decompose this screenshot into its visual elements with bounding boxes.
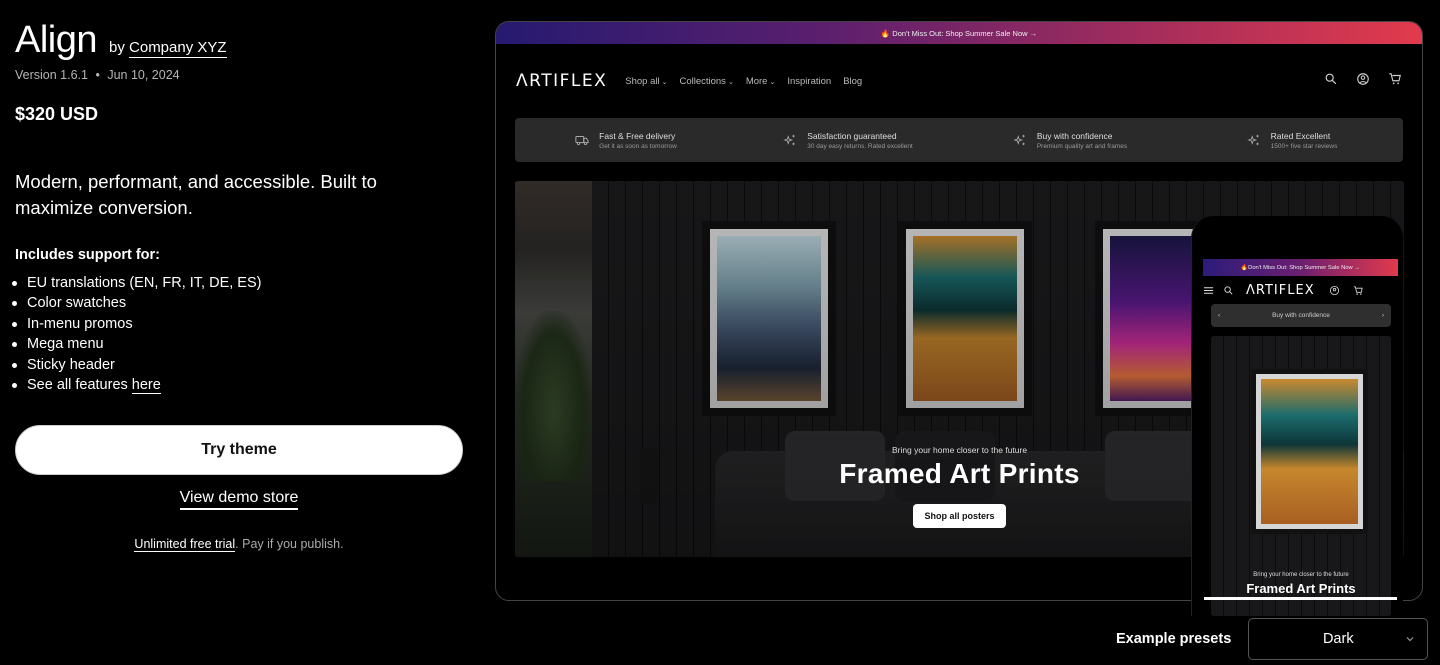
cart-icon: [1389, 73, 1401, 85]
feature-item-see-all: See all features here: [12, 375, 465, 395]
nav-item-collections: Collections ⌄: [679, 76, 733, 87]
tagline: Modern, performant, and accessible. Buil…: [15, 171, 377, 218]
feature-item: In-menu promos: [12, 314, 465, 334]
feature-item: EU translations (EN, FR, IT, DE, ES): [12, 273, 465, 293]
mobile-announcement-bar: 🔥Don't Miss Out: Shop Summer Sale Now →: [1203, 259, 1398, 276]
chevron-left-icon: ‹: [1218, 312, 1221, 319]
announcement-bar: 🔥 Don't Miss Out: Shop Summer Sale Now →: [496, 22, 1422, 44]
sparkle-icon: [1247, 134, 1259, 146]
version-info: Version 1.6.1 • Jun 10, 2024: [15, 68, 465, 82]
menu-icon: [1203, 286, 1214, 294]
truck-icon: [575, 136, 589, 146]
usp-title: Buy with confidence: [1036, 130, 1113, 141]
see-all-features-link[interactable]: here: [131, 377, 161, 395]
sparkle-icon: [783, 134, 796, 146]
release-date: Jun 10, 2024: [107, 68, 180, 82]
includes-heading: Includes support for:: [15, 247, 160, 263]
chevron-right-icon: ›: [1381, 312, 1384, 319]
developer-credit: by Company XYZ: [109, 39, 227, 58]
usp-item: Buy with confidence Premium quality art a…: [959, 131, 1181, 150]
mobile-usp-label: Buy with confidence: [1272, 312, 1330, 319]
presets-label: Example presets: [1116, 631, 1232, 647]
chevron-down-icon: ⌄: [769, 78, 776, 86]
mobile-scroll-indicator: [1204, 597, 1397, 600]
cart-icon: [1353, 285, 1363, 295]
mobile-header: ΛRTIFLEX: [1203, 280, 1398, 300]
nav-item-shop-all: Shop all ⌄: [625, 76, 667, 87]
separator: •: [95, 68, 100, 82]
try-theme-button[interactable]: Try theme: [15, 425, 463, 476]
header-icons: [1324, 72, 1402, 86]
usp-subtitle: Premium quality art and frames: [1036, 142, 1128, 150]
usp-subtitle: Get it as soon as tomorrow: [599, 142, 677, 150]
see-all-label: See all features: [27, 377, 128, 394]
feature-item: Mega menu: [12, 334, 465, 354]
title-row: Align by Company XYZ: [15, 18, 465, 62]
chevron-down-icon: ⌄: [727, 78, 734, 86]
search-icon: [1224, 285, 1233, 294]
version: Version 1.6.1: [15, 68, 88, 82]
usp-subtitle: 1500+ five star reviews: [1270, 142, 1338, 150]
preset-selected-value: Dark: [1322, 631, 1354, 647]
trial-suffix: . Pay if you publish.: [235, 537, 344, 552]
shop-all-posters-button: Shop all posters: [913, 504, 1006, 528]
usp-subtitle: 30 day easy returns. Rated excellent: [807, 142, 913, 150]
search-icon: [1325, 73, 1337, 85]
mobile-hero: Bring your home closer to the future Fra…: [1211, 336, 1391, 616]
theme-title: Align: [15, 19, 98, 61]
mobile-logo: ΛRTIFLEX: [1246, 282, 1315, 298]
demo-link-wrap: View demo store: [15, 489, 463, 511]
usp-bar: Fast & Free delivery Get it as soon as to…: [515, 118, 1403, 162]
mobile-hero-subtitle: Bring your home closer to the future: [1253, 572, 1349, 578]
usp-title: Rated Excellent: [1270, 130, 1331, 141]
sparkle-icon: [1013, 134, 1025, 146]
theme-info-panel: Align by Company XYZ Version 1.6.1 • Jun…: [12, 0, 465, 553]
mobile-preview: 🔥Don't Miss Out: Shop Summer Sale Now → …: [1191, 216, 1403, 616]
mobile-hero-title: Framed Art Prints: [1246, 581, 1356, 596]
view-demo-store-link[interactable]: View demo store: [179, 489, 299, 511]
developer-link[interactable]: Company XYZ: [129, 39, 227, 58]
nav-label: Shop all: [625, 75, 660, 87]
nav-item-more: More ⌄: [746, 76, 776, 87]
store-nav: Shop all ⌄ Collections ⌄ More ⌄ Inspiration…: [625, 76, 862, 87]
mobile-hero-content: Bring your home closer to the future Fra…: [1211, 572, 1391, 596]
nav-label: Collections: [679, 75, 726, 87]
mobile-usp-carousel: ‹ Buy with confidence ›: [1211, 304, 1391, 327]
by-label: by: [109, 39, 125, 56]
usp-item: Rated Excellent 1500+ five star reviews: [1181, 131, 1403, 150]
account-icon: [1357, 73, 1369, 85]
feature-item: Color swatches: [12, 293, 465, 313]
nav-label: More: [745, 75, 768, 87]
example-presets: Example presets Dark: [1116, 618, 1429, 660]
feature-list: EU translations (EN, FR, IT, DE, ES) Col…: [12, 273, 465, 395]
free-trial-link[interactable]: Unlimited free trial: [134, 537, 236, 553]
usp-title: Fast & Free delivery: [599, 130, 676, 141]
store-logo: ΛRTIFLEX: [516, 71, 608, 91]
nav-item-blog: Blog: [843, 75, 863, 87]
usp-item: Fast & Free delivery Get it as soon as to…: [515, 131, 737, 150]
store-header: ΛRTIFLEX Shop all ⌄ Collections ⌄ More ⌄ In…: [496, 44, 1422, 118]
chevron-down-icon: [1406, 637, 1414, 642]
preset-dropdown[interactable]: Dark: [1248, 618, 1429, 660]
usp-title: Satisfaction guaranteed: [807, 130, 897, 141]
feature-item: Sticky header: [12, 355, 465, 375]
usp-item: Satisfaction guaranteed 30 day easy retur…: [737, 131, 959, 150]
trial-note: Unlimited free trial. Pay if you publish…: [15, 537, 463, 553]
mobile-art-print: [1251, 369, 1368, 534]
price: $320 USD: [15, 104, 99, 124]
account-icon: [1329, 285, 1339, 295]
chevron-down-icon: ⌄: [661, 78, 668, 86]
nav-item-inspiration: Inspiration: [787, 75, 832, 87]
